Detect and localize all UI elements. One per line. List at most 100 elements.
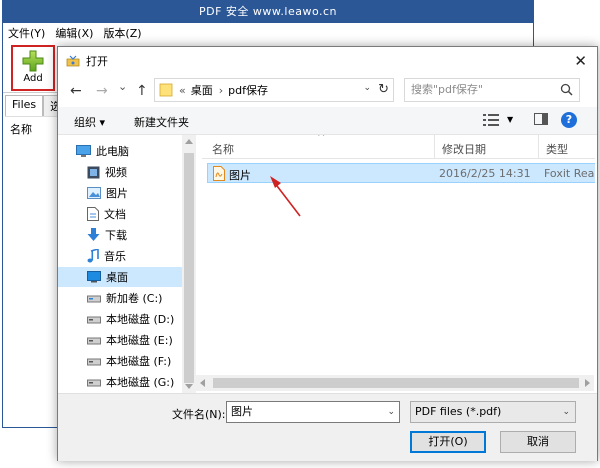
app-title-bar: PDF 安全 www.leawo.cn	[3, 1, 533, 23]
filetype-select[interactable]: PDF files (*.pdf) ⌄	[410, 401, 576, 423]
address-bar[interactable]: « 桌面 › pdf保存 ⌄ ↻	[154, 78, 394, 102]
plus-icon	[22, 50, 44, 72]
sort-ascending-icon: ^	[317, 135, 326, 143]
close-icon[interactable]: ✕	[574, 52, 587, 70]
new-folder-button[interactable]: 新建文件夹	[134, 114, 189, 130]
column-header-type[interactable]: 类型	[546, 141, 568, 157]
open-button[interactable]: 打开(O)	[410, 431, 486, 453]
scroll-up-icon[interactable]	[185, 139, 193, 144]
tree-scroll-thumb[interactable]	[184, 153, 194, 383]
tree-label: 本地磁盘 (G:)	[106, 376, 175, 389]
back-arrow-icon[interactable]: ←	[70, 83, 82, 99]
preview-pane-icon[interactable]	[534, 113, 548, 125]
tree-item-drive-d[interactable]: 本地磁盘 (D:)	[87, 309, 174, 329]
dialog-title-bar: 打开 ✕	[58, 47, 597, 75]
breadcrumb-desktop[interactable]: 桌面	[191, 82, 213, 98]
tree-label: 桌面	[106, 271, 128, 284]
folder-icon	[159, 83, 173, 97]
menu-version[interactable]: 版本(Z)	[103, 25, 141, 41]
add-button[interactable]: Add	[11, 45, 55, 91]
address-prefix: «	[179, 83, 186, 97]
tree-label: 下载	[105, 229, 127, 242]
file-list-hscrollbar[interactable]	[196, 375, 594, 391]
menu-edit[interactable]: 编辑(X)	[55, 25, 93, 41]
address-dropdown-icon[interactable]: ⌄	[363, 83, 371, 93]
tree-label: 本地磁盘 (F:)	[106, 355, 172, 368]
chevron-down-icon[interactable]: ⌄	[387, 402, 395, 422]
pdf-file-icon	[213, 166, 225, 181]
search-placeholder: 搜索"pdf保存"	[411, 83, 483, 96]
column-header-name[interactable]: 名称	[212, 141, 234, 157]
open-dialog: 打开 ✕ ← → ⌄ ↑ « 桌面 › pdf保存 ⌄ ↻ 搜索"pdf保存" …	[57, 46, 598, 461]
drive-icon	[87, 295, 101, 303]
breadcrumb-pdf-folder[interactable]: pdf保存	[228, 82, 268, 98]
tree-scrollbar[interactable]	[182, 135, 196, 393]
tree-item-drive-f[interactable]: 本地磁盘 (F:)	[87, 351, 171, 371]
recent-locations-icon[interactable]: ⌄	[118, 80, 127, 93]
column-header-modified[interactable]: 修改日期	[442, 141, 486, 157]
tree-item-drive-g[interactable]: 本地磁盘 (G:)	[87, 372, 174, 392]
forward-arrow-icon[interactable]: →	[96, 83, 108, 99]
download-icon	[87, 228, 100, 241]
tree-item-pictures[interactable]: 图片	[87, 183, 128, 203]
tree-item-drive-e[interactable]: 本地磁盘 (E:)	[87, 330, 173, 350]
filename-label: 文件名(N):	[172, 408, 226, 421]
menu-file[interactable]: 文件(Y)	[8, 25, 45, 41]
hscroll-thumb[interactable]	[213, 378, 579, 388]
dialog-footer: 文件名(N): 图片 ⌄ PDF files (*.pdf) ⌄ 打开(O) 取…	[58, 393, 597, 461]
command-bar: 组织 ▾ 新建文件夹 ▼ ?	[58, 107, 597, 135]
filename-value: 图片	[231, 405, 253, 418]
computer-icon	[76, 144, 91, 157]
tree-label: 文档	[104, 208, 126, 221]
add-label: Add	[23, 73, 43, 84]
breadcrumb-separator: ›	[218, 83, 224, 97]
drive-icon	[87, 358, 101, 366]
filename-input[interactable]: 图片 ⌄	[226, 401, 400, 423]
dialog-title: 打开	[86, 55, 108, 68]
tree-label: 本地磁盘 (D:)	[106, 313, 175, 326]
tree-item-videos[interactable]: 视频	[87, 162, 127, 182]
drive-icon	[87, 316, 101, 324]
app-menu-bar: 文件(Y) 编辑(X) 版本(Z)	[3, 23, 533, 43]
tab-files[interactable]: Files	[5, 95, 44, 116]
tree-label: 此电脑	[96, 145, 129, 158]
tree-item-music[interactable]: 音乐	[87, 246, 126, 266]
music-icon	[87, 249, 99, 263]
document-icon	[87, 207, 99, 221]
tree-item-drive-c[interactable]: 新加卷 (C:)	[87, 288, 162, 308]
up-arrow-icon[interactable]: ↑	[136, 83, 148, 99]
file-name: 图片	[229, 169, 251, 182]
chevron-down-icon[interactable]: ⌄	[562, 402, 570, 422]
tree-item-downloads[interactable]: 下载	[87, 225, 127, 245]
scroll-right-icon[interactable]	[585, 379, 590, 387]
drive-icon	[87, 379, 101, 387]
tree-item-documents[interactable]: 文档	[87, 204, 126, 224]
cancel-button[interactable]: 取消	[500, 431, 576, 453]
tree-label: 音乐	[104, 250, 126, 263]
desktop-icon	[87, 271, 101, 283]
filetype-value: PDF files (*.pdf)	[415, 405, 502, 418]
file-list-header: ^ 名称 修改日期 类型	[202, 135, 595, 159]
file-modified: 2016/2/25 14:31	[439, 167, 531, 180]
view-dropdown-icon[interactable]: ▼	[507, 115, 513, 124]
file-type: Foxit Rea	[544, 167, 595, 180]
app-column-name: 名称	[10, 123, 32, 136]
navigation-bar: ← → ⌄ ↑ « 桌面 › pdf保存 ⌄ ↻ 搜索"pdf保存"	[58, 75, 597, 107]
dialog-app-icon	[66, 55, 80, 67]
tree-label: 图片	[106, 187, 128, 200]
search-icon	[560, 83, 573, 96]
scroll-down-icon[interactable]	[185, 384, 193, 389]
tree-label: 新加卷 (C:)	[106, 292, 163, 305]
table-row[interactable]: 图片 2016/2/25 14:31 Foxit Rea	[207, 163, 595, 183]
scroll-left-icon[interactable]	[200, 379, 205, 387]
view-options-icon[interactable]	[483, 114, 499, 126]
help-icon[interactable]: ?	[561, 112, 577, 128]
picture-icon	[87, 187, 101, 199]
navigation-tree: 此电脑 视频 图片 文档 下载 音乐 桌面 新加卷 (C:) 本地磁盘 (D:)…	[58, 135, 182, 393]
tree-item-this-pc[interactable]: 此电脑	[76, 141, 129, 161]
refresh-icon[interactable]: ↻	[378, 82, 389, 97]
tree-label: 视频	[105, 166, 127, 179]
search-input[interactable]: 搜索"pdf保存"	[404, 78, 580, 102]
organize-button[interactable]: 组织 ▾	[74, 114, 105, 130]
tree-item-desktop[interactable]: 桌面	[58, 267, 182, 287]
